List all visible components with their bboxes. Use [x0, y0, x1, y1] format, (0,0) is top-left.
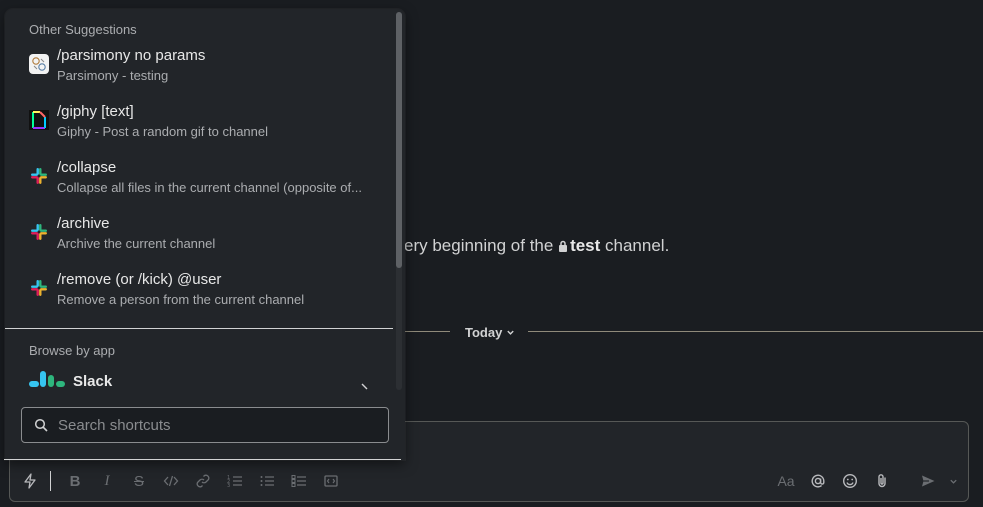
suggestion-item[interactable]: /collapse Collapse all files in the curr…: [5, 153, 393, 209]
italic-icon: I: [104, 472, 110, 489]
emoji-button[interactable]: [834, 465, 866, 497]
giphy-icon: [29, 110, 49, 130]
smiley-icon: [842, 473, 858, 489]
chevron-down-icon: [507, 330, 515, 335]
send-options-button[interactable]: [944, 465, 962, 497]
suggestion-description: Parsimony - testing: [57, 68, 169, 83]
suggestion-description: Remove a person from the current channel: [57, 292, 305, 307]
suggestion-command: /collapse: [57, 159, 117, 176]
section-divider: [5, 328, 393, 329]
slack-logo-icon: [29, 371, 65, 387]
code-button[interactable]: [155, 465, 187, 497]
shortcuts-button[interactable]: [14, 465, 46, 497]
other-suggestions-heading: Other Suggestions: [29, 22, 137, 37]
bulleted-list-button[interactable]: [251, 465, 283, 497]
suggestion-item[interactable]: /giphy [text] Giphy - Post a random gif …: [5, 97, 393, 153]
date-divider-label: Today: [465, 324, 503, 340]
suggestions-list[interactable]: Other Suggestions /parsimony no params P…: [5, 9, 393, 391]
suggestions-scrollbar[interactable]: [396, 12, 402, 390]
code-block-button[interactable]: [315, 465, 347, 497]
mention-button[interactable]: [802, 465, 834, 497]
lightning-icon: [24, 473, 36, 489]
send-icon: [922, 475, 935, 487]
slack-icon: [31, 280, 47, 296]
bold-button[interactable]: B: [59, 465, 91, 497]
ordered-list-button[interactable]: 123: [219, 465, 251, 497]
slack-window: ery beginning of the test channel. Today…: [0, 0, 983, 507]
chevron-down-icon: [949, 479, 957, 484]
code-block-icon: [324, 475, 338, 487]
toolbar-right-group: Aa: [770, 465, 968, 497]
suggestion-command: /giphy [text]: [57, 103, 134, 120]
strikethrough-icon: S: [133, 472, 144, 490]
suggestion-command: /archive: [57, 215, 110, 232]
checklist-icon: [291, 475, 306, 487]
channel-intro: ery beginning of the test channel.: [404, 236, 669, 256]
shortcuts-popup: Other Suggestions /parsimony no params P…: [5, 9, 405, 460]
code-icon: [163, 475, 179, 487]
search-shortcuts-input[interactable]: [58, 416, 358, 434]
checklist-button[interactable]: [283, 465, 315, 497]
suggestion-command: /remove (or /kick) @user: [57, 271, 222, 288]
italic-button[interactable]: I: [91, 465, 123, 497]
date-divider-button[interactable]: Today: [455, 322, 525, 342]
bold-icon: B: [69, 472, 81, 490]
suggestion-item[interactable]: /parsimony no params Parsimony - testing: [5, 41, 393, 97]
date-divider-line: [404, 331, 450, 332]
send-button[interactable]: [912, 465, 944, 497]
toolbar-separator: [50, 471, 51, 491]
channel-intro-suffix: channel.: [600, 236, 670, 255]
slack-icon: [31, 224, 47, 240]
date-divider-line: [528, 331, 983, 332]
suggestion-description: Collapse all files in the current channe…: [57, 180, 362, 195]
app-row-slack[interactable]: Slack: [29, 371, 369, 391]
format-label: Aa: [777, 473, 795, 489]
link-button[interactable]: [187, 465, 219, 497]
formatting-toggle-button[interactable]: Aa: [770, 465, 802, 497]
ordered-list-icon: 123: [227, 475, 242, 489]
at-sign-icon: [811, 474, 825, 488]
strikethrough-button[interactable]: S: [123, 465, 155, 497]
lock-icon: [559, 240, 568, 252]
browse-by-app-heading: Browse by app: [29, 343, 115, 358]
scrollbar-thumb[interactable]: [396, 12, 402, 268]
paperclip-icon: [878, 474, 886, 488]
suggestion-description: Archive the current channel: [57, 236, 216, 251]
search-shortcuts-box: [21, 407, 389, 443]
bulleted-list-icon: [260, 476, 274, 486]
link-icon: [196, 474, 210, 488]
channel-intro-prefix: ery beginning of the: [404, 236, 559, 255]
composer-toolbar: B I S 123 Aa: [10, 461, 968, 501]
attach-button[interactable]: [866, 465, 898, 497]
suggestion-description: Giphy - Post a random gif to channel: [57, 124, 269, 139]
suggestion-item[interactable]: /remove (or /kick) @user Remove a person…: [5, 265, 393, 321]
parsimony-app-icon: [29, 54, 49, 74]
svg-text:3: 3: [227, 483, 230, 489]
popup-bottom-border: [4, 459, 401, 460]
slack-icon: [31, 168, 47, 184]
cursor-icon: [361, 383, 368, 390]
app-name: Slack: [73, 373, 113, 390]
search-icon: [34, 418, 48, 432]
channel-name[interactable]: test: [570, 236, 600, 255]
suggestion-command: /parsimony no params: [57, 47, 206, 64]
suggestion-item[interactable]: /archive Archive the current channel: [5, 209, 393, 265]
